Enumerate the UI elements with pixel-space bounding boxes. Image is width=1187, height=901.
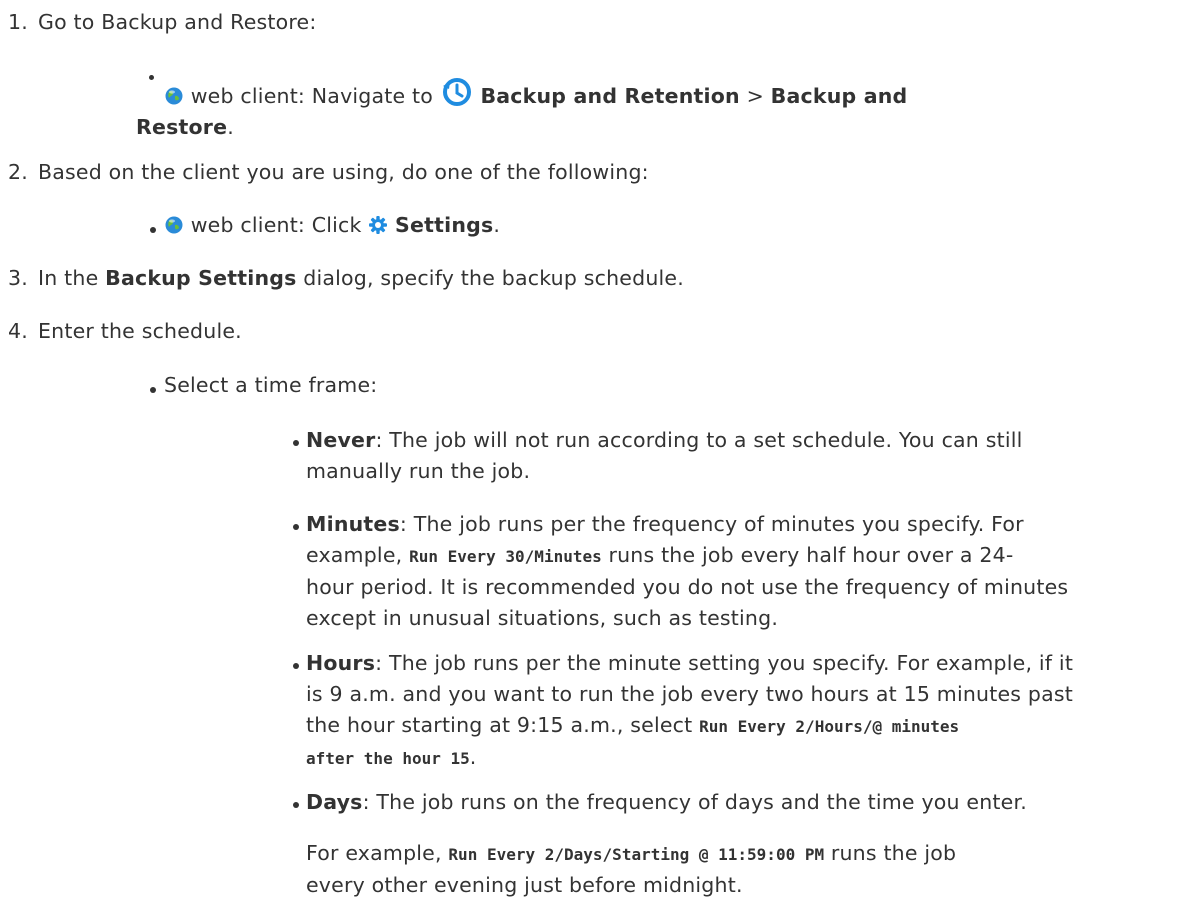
option-desc: except in unusual situations, such as te…: [306, 606, 779, 630]
step-number: 4.: [8, 319, 28, 343]
step-number: 1.: [8, 10, 28, 34]
option-minutes: Minutes: The job runs per the frequency …: [306, 509, 1068, 634]
step-3-post: dialog, specify the backup schedule.: [303, 266, 684, 290]
clock-icon: [440, 75, 474, 109]
period: .: [469, 745, 477, 769]
menu-restore: Restore: [136, 115, 228, 139]
step-text: Enter the schedule.: [38, 319, 242, 343]
option-term: Never: [306, 428, 376, 452]
option-desc: : The job runs on the frequency of days …: [362, 790, 1027, 814]
step-number: 2.: [8, 160, 28, 184]
select-time-frame-text: Select a time frame:: [164, 373, 378, 397]
option-desc: hour period. It is recommended you do no…: [306, 575, 1069, 599]
step-text: In the Backup Settings dialog, specify t…: [38, 266, 684, 290]
code-sample: Run Every 2/Hours/@ minutes: [699, 717, 960, 736]
option-desc: manually run the job.: [306, 459, 531, 483]
menu-backup-restore: Backup and: [770, 84, 908, 108]
option-desc: : The job runs per the frequency of minu…: [399, 512, 1024, 536]
breadcrumb-separator: >: [746, 84, 764, 108]
step-text: Go to Backup and Restore:: [38, 10, 317, 34]
client-click-text: web client: Click: [190, 213, 362, 237]
bullet: [293, 663, 299, 669]
bullet: [150, 227, 156, 233]
option-hours: Hours: The job runs per the minute setti…: [306, 648, 1073, 774]
option-desc: : The job will not run according to a se…: [375, 428, 1023, 452]
code-sample: after the hour 15: [306, 749, 470, 768]
step-1-sub: web client: Navigate to Backup and Reten…: [136, 75, 908, 143]
settings-label: Settings: [395, 213, 494, 237]
option-desc: runs the job: [830, 841, 957, 865]
option-never: Never: The job will not run according to…: [306, 425, 1023, 487]
bullet: [293, 440, 299, 446]
client-label: web client:: [190, 84, 306, 108]
bullet: [293, 524, 299, 530]
gear-icon: [368, 215, 388, 235]
code-sample: Run Every 30/Minutes: [409, 547, 602, 566]
step-number: 3.: [8, 266, 28, 290]
step-text: Based on the client you are using, do on…: [38, 160, 649, 184]
backup-settings-label: Backup Settings: [105, 266, 297, 290]
option-desc: every other evening just before midnight…: [306, 873, 743, 897]
step-3-pre: In the: [38, 266, 99, 290]
option-desc: For example,: [306, 841, 442, 865]
globe-icon: [164, 84, 184, 105]
menu-backup-retention: Backup and Retention: [480, 84, 740, 108]
bullet: [293, 802, 299, 808]
document-page: 1. Go to Backup and Restore: web client:…: [0, 0, 1187, 897]
option-days-example: For example, Run Every 2/Days/Starting @…: [306, 838, 956, 901]
option-days: Days: The job runs on the frequency of d…: [306, 787, 1027, 818]
navigate-text: Navigate to: [311, 84, 434, 108]
option-term: Minutes: [306, 512, 400, 536]
option-desc: example,: [306, 543, 403, 567]
step-2-sub: web client: Click Settings.: [164, 213, 500, 237]
option-term: Days: [306, 790, 363, 814]
bullet: [150, 387, 156, 393]
option-term: Hours: [306, 651, 376, 675]
code-sample: Run Every 2/Days/Starting @ 11:59:00 PM: [448, 845, 825, 864]
period: .: [227, 115, 234, 139]
option-desc: : The job runs per the minute setting yo…: [375, 651, 1074, 675]
option-desc: runs the job every half hour over a 24-: [608, 543, 1014, 567]
option-desc: is 9 a.m. and you want to run the job ev…: [306, 682, 1073, 706]
period: .: [493, 213, 501, 237]
bullet: [149, 75, 154, 80]
option-desc: the hour starting at 9:15 a.m., select: [306, 713, 693, 737]
globe-icon: [164, 215, 184, 235]
